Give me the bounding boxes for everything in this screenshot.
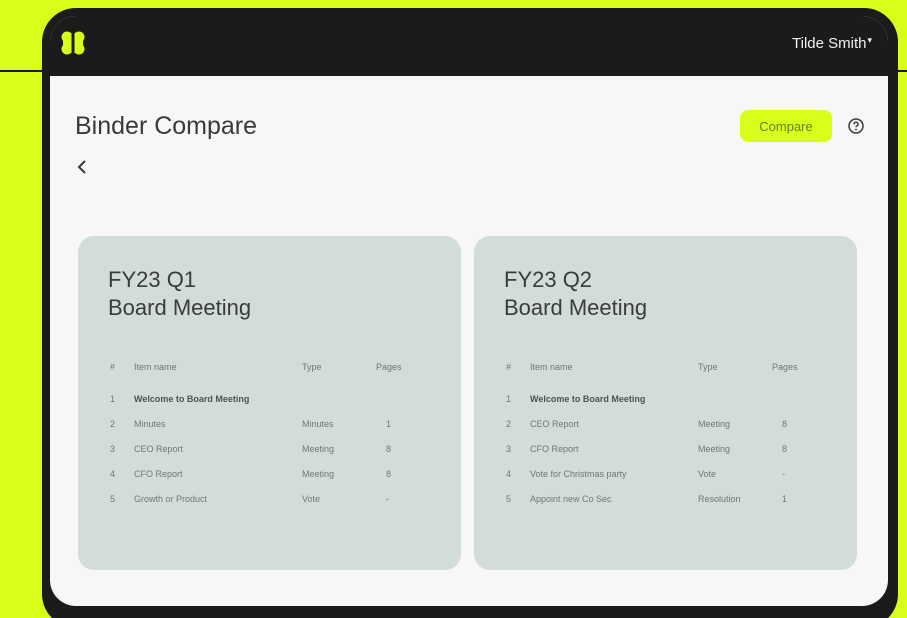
page-title: Binder Compare bbox=[75, 112, 258, 140]
binder-title: FY23 Q2 Board Meeting bbox=[504, 267, 648, 320]
user-menu[interactable]: Tilde Smith▾ bbox=[792, 35, 872, 52]
binder-card-q2[interactable]: FY23 Q2 Board Meeting # Item name Type P… bbox=[474, 236, 857, 570]
column-header-num: # bbox=[506, 362, 512, 372]
table-row[interactable]: 2 CEO Report Meeting 8 bbox=[506, 411, 828, 436]
app-screen: Tilde Smith▾ Binder Compare Compare FY23… bbox=[50, 16, 888, 606]
column-header-type: Type bbox=[698, 362, 718, 372]
compare-button[interactable]: Compare bbox=[740, 110, 832, 142]
table-header-row: # Item name Type Pages bbox=[506, 354, 828, 386]
table-header-row: # Item name Type Pages bbox=[110, 354, 432, 386]
binder-items-table: # Item name Type Pages 1 Welcome to Boar… bbox=[110, 354, 432, 511]
binder-items-table: # Item name Type Pages 1 Welcome to Boar… bbox=[506, 354, 828, 511]
column-header-pages: Pages bbox=[376, 362, 402, 372]
app-logo-icon[interactable] bbox=[60, 30, 86, 56]
table-row[interactable]: 2 Minutes Minutes 1 bbox=[110, 411, 432, 436]
top-bar: Tilde Smith▾ bbox=[50, 16, 888, 76]
column-header-pages: Pages bbox=[772, 362, 798, 372]
column-header-num: # bbox=[110, 362, 116, 372]
table-row[interactable]: 5 Growth or Product Vote - bbox=[110, 486, 432, 511]
column-header-type: Type bbox=[302, 362, 322, 372]
binder-card-q1[interactable]: FY23 Q1 Board Meeting # Item name Type P… bbox=[78, 236, 461, 570]
column-header-name: Item name bbox=[530, 362, 573, 372]
table-row[interactable]: 4 CFO Report Meeting 8 bbox=[110, 461, 432, 486]
column-header-name: Item name bbox=[134, 362, 177, 372]
user-menu-caret: ▾ bbox=[867, 35, 872, 45]
device-frame: Tilde Smith▾ Binder Compare Compare FY23… bbox=[42, 8, 898, 618]
table-row[interactable]: 3 CFO Report Meeting 8 bbox=[506, 436, 828, 461]
help-icon[interactable] bbox=[846, 116, 866, 136]
table-row[interactable]: 4 Vote for Christmas party Vote - bbox=[506, 461, 828, 486]
user-name: Tilde Smith bbox=[792, 35, 867, 52]
table-row[interactable]: 1 Welcome to Board Meeting bbox=[506, 386, 828, 411]
table-row[interactable]: 1 Welcome to Board Meeting bbox=[110, 386, 432, 411]
binder-title: FY23 Q1 Board Meeting bbox=[108, 267, 252, 320]
back-arrow-icon[interactable] bbox=[72, 157, 92, 177]
table-row[interactable]: 3 CEO Report Meeting 8 bbox=[110, 436, 432, 461]
table-row[interactable]: 5 Appoint new Co Sec Resolution 1 bbox=[506, 486, 828, 511]
